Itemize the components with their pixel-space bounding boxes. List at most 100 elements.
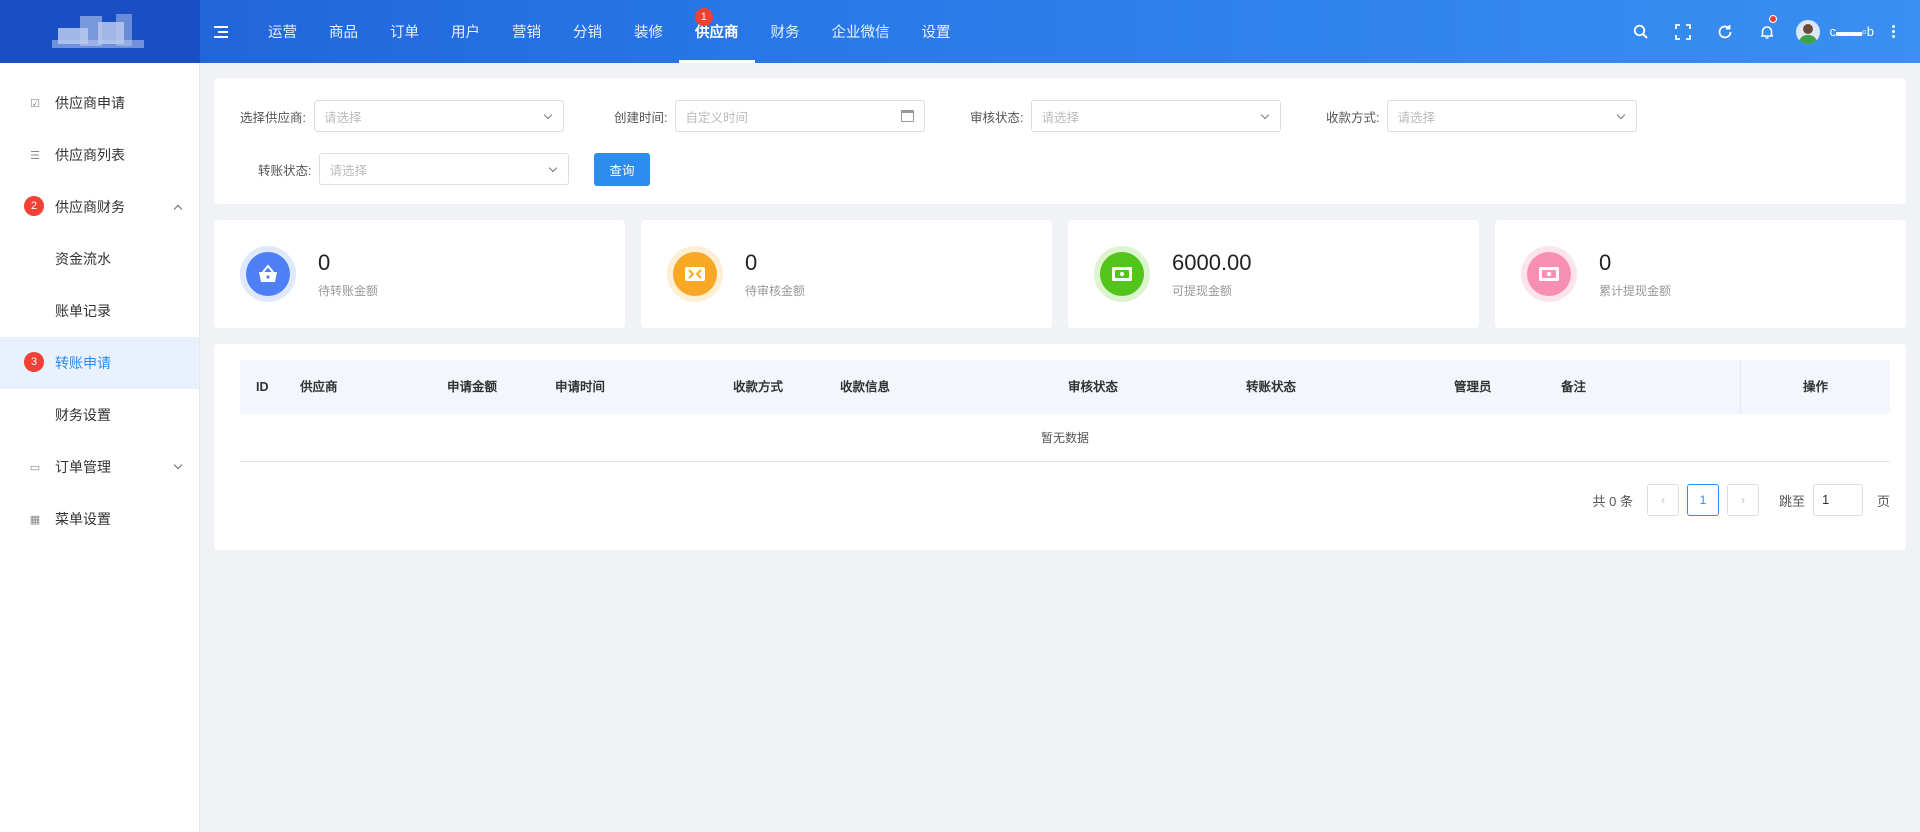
transfer-table-card: ID 供应商 申请金额 申请时间 收款方式 收款信息 审核状态 转账状态 管理员… [214, 344, 1906, 550]
nav-item-goods[interactable]: 商品 [313, 0, 374, 63]
column-header: ID [256, 380, 269, 394]
nav-label: 装修 [634, 25, 663, 41]
main-content: 选择供应商: 请选择 创建时间: 自定义时间 审核状态: 请选择 收款方式: 请… [214, 78, 1906, 550]
chevron-down-icon [549, 163, 558, 173]
search-icon[interactable] [1620, 0, 1662, 63]
payment-method-filter: 收款方式: 请选择 [1326, 100, 1638, 132]
supplier-select[interactable]: 请选择 [313, 100, 564, 132]
nav-item-operation[interactable]: 运营 [252, 0, 313, 63]
supplier-filter-label: 选择供应商: [240, 110, 306, 125]
fullscreen-icon[interactable] [1662, 0, 1704, 63]
stat-icon-ring [1094, 246, 1150, 302]
nav-item-wecom[interactable]: 企业微信 [816, 0, 906, 63]
sidebar-item-label: 供应商列表 [55, 147, 125, 163]
toolbar-right: c▬▬▫b [1620, 0, 1920, 63]
supplier-filter: 选择供应商: 请选择 [240, 100, 564, 132]
jump-page-input[interactable]: 1 [1812, 484, 1863, 516]
page-button-current[interactable]: 1 [1686, 484, 1719, 516]
audit-status-select[interactable]: 请选择 [1031, 100, 1282, 132]
nav-item-distribution[interactable]: 分销 [557, 0, 618, 63]
stat-label: 累计提现金额 [1599, 283, 1672, 298]
payment-method-label: 收款方式: [1326, 110, 1380, 125]
nav-item-decoration[interactable]: 装修 [618, 0, 679, 63]
date-picker-placeholder: 自定义时间 [685, 110, 748, 125]
nav-item-marketing[interactable]: 营销 [496, 0, 557, 63]
stats-row: 0 待转账金额 0 待审核金额 6000.00 可提现金额 0 累计提现金额 [214, 220, 1906, 328]
sidebar-item-label: 订单管理 [55, 459, 111, 475]
money-icon [673, 252, 717, 296]
column-header: 申请金额 [447, 380, 498, 394]
prev-page-button[interactable]: ‹ [1646, 484, 1679, 516]
basket-icon [246, 252, 290, 296]
notification-dot [1768, 15, 1777, 23]
sidebar-item-order-management[interactable]: ▭ 订单管理 [0, 441, 199, 493]
created-time-filter: 创建时间: 自定义时间 [614, 100, 926, 132]
nav-item-orders[interactable]: 订单 [374, 0, 435, 63]
jump-label: 跳至 [1778, 493, 1805, 509]
more-vertical-icon[interactable] [1892, 25, 1896, 38]
sidebar-item-bill-records[interactable]: 账单记录 [0, 285, 199, 337]
logo-image [50, 10, 150, 54]
refresh-icon[interactable] [1704, 0, 1746, 63]
stat-value: 6000.00 [1172, 249, 1252, 275]
chevron-up-icon [173, 204, 183, 214]
date-range-picker[interactable]: 自定义时间 [675, 100, 926, 132]
payment-method-placeholder: 请选择 [1397, 110, 1435, 125]
sidebar-item-label: 转账申请 [55, 355, 111, 371]
transfer-status-select[interactable]: 请选择 [319, 153, 570, 185]
step-badge: 3 [24, 352, 44, 372]
stat-icon-ring [667, 246, 723, 302]
chevron-down-icon [543, 110, 553, 120]
chevron-left-icon: ‹ [1660, 493, 1665, 507]
query-button[interactable]: 查询 [594, 153, 650, 186]
folder-icon: ▭ [29, 461, 41, 474]
page-suffix: 页 [1876, 493, 1890, 509]
sidebar-item-label: 账单记录 [55, 303, 111, 319]
nav-label: 分销 [573, 25, 602, 41]
nav-label: 营销 [512, 25, 541, 41]
nav-item-supplier[interactable]: 1 供应商 [679, 0, 755, 63]
filter-panel: 选择供应商: 请选择 创建时间: 自定义时间 审核状态: 请选择 收款方式: 请… [214, 78, 1906, 204]
sidebar-item-fund-flow[interactable]: 资金流水 [0, 233, 199, 285]
audit-status-filter: 审核状态: 请选择 [970, 100, 1282, 132]
user-menu[interactable]: c▬▬▫b [1788, 19, 1920, 44]
nav-item-users[interactable]: 用户 [435, 0, 496, 63]
sidebar-item-transfer-apply[interactable]: 3 转账申请 [0, 337, 199, 389]
step-badge: 1 [694, 8, 713, 26]
stat-value: 0 [318, 249, 331, 275]
table-header: ID 供应商 申请金额 申请时间 收款方式 收款信息 审核状态 转账状态 管理员… [240, 360, 1890, 414]
transfer-status-placeholder: 请选择 [329, 163, 367, 178]
main-nav: 运营 商品 订单 用户 营销 分销 装修 1 供应商 财务 企业微信 设置 [252, 0, 967, 63]
sidebar-item-label: 供应商申请 [55, 95, 125, 111]
menu-collapse-icon[interactable] [214, 25, 228, 38]
logo[interactable] [0, 0, 200, 63]
sidebar-item-supplier-apply[interactable]: ☑ 供应商申请 [0, 77, 199, 129]
chevron-down-icon [1261, 110, 1270, 120]
payment-method-select[interactable]: 请选择 [1387, 100, 1638, 132]
cash-icon [1100, 252, 1144, 296]
column-header: 转账状态 [1246, 380, 1297, 394]
user-name: c▬▬▫b [1829, 24, 1874, 39]
grid-icon: ▦ [29, 513, 41, 526]
top-navbar: 运营 商品 订单 用户 营销 分销 装修 1 供应商 财务 企业微信 设置 c▬… [0, 0, 1920, 63]
calendar-icon [901, 110, 915, 122]
stat-card-pending-audit: 0 待审核金额 [641, 220, 1052, 328]
nav-item-finance[interactable]: 财务 [755, 0, 816, 63]
sidebar-item-menu-settings[interactable]: ▦ 菜单设置 [0, 493, 199, 545]
bell-icon[interactable] [1746, 0, 1788, 63]
total-count: 共 0 条 [1592, 493, 1633, 509]
column-header: 收款信息 [840, 380, 891, 394]
sidebar-item-label: 资金流水 [55, 251, 111, 267]
column-header: 申请时间 [555, 380, 606, 394]
pagination: 共 0 条 ‹ 1 › 跳至 1 页 [1592, 484, 1890, 516]
sidebar-item-supplier-list[interactable]: ☰ 供应商列表 [0, 129, 199, 181]
nav-item-settings[interactable]: 设置 [906, 0, 967, 63]
sidebar-item-finance-settings[interactable]: 财务设置 [0, 389, 199, 441]
sidebar-item-label: 财务设置 [55, 407, 111, 423]
nav-label: 财务 [770, 25, 800, 41]
next-page-button[interactable]: › [1726, 484, 1759, 516]
sidebar-item-supplier-finance[interactable]: 2 供应商财务 [0, 181, 199, 233]
column-header: 供应商 [300, 380, 338, 394]
created-time-label: 创建时间: [614, 110, 668, 125]
transfer-status-label: 转账状态: [258, 163, 312, 178]
